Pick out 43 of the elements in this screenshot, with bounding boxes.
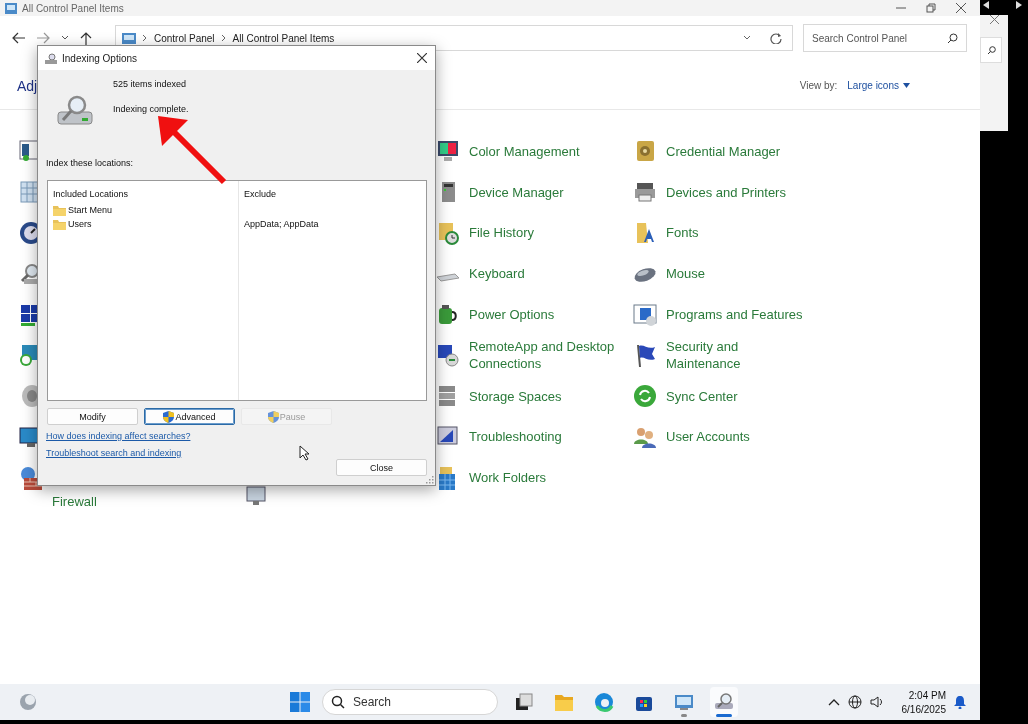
clock-time: 2:04 PM bbox=[908, 689, 946, 701]
item-label[interactable]: Work Folders bbox=[469, 469, 547, 487]
items-count: 525 items indexed bbox=[113, 79, 188, 89]
dialog-button[interactable]: Modify bbox=[47, 408, 138, 425]
item-label[interactable]: Firewall bbox=[52, 493, 97, 511]
item-label[interactable]: File History bbox=[469, 224, 534, 242]
breadcrumb-item[interactable]: Control Panel bbox=[154, 32, 215, 44]
item-label[interactable]: Power Options bbox=[469, 306, 555, 324]
item-label[interactable]: Devices and Printers bbox=[666, 183, 786, 201]
view-by-label: View by: bbox=[799, 80, 838, 91]
item-label[interactable]: Programs and Features bbox=[666, 306, 803, 324]
item-label[interactable]: Storage Spaces bbox=[469, 387, 562, 405]
item-label[interactable]: Fonts bbox=[666, 224, 699, 242]
location-name[interactable]: Users bbox=[68, 219, 92, 229]
item-label[interactable]: Device Manager bbox=[469, 183, 564, 201]
search-field[interactable]: Search Control Panel bbox=[803, 24, 967, 52]
item-label[interactable]: Color Management bbox=[469, 142, 580, 160]
item-label[interactable]: Mouse bbox=[666, 265, 706, 283]
exclude-value: AppData; AppData bbox=[244, 219, 319, 229]
dialog-button[interactable]: Advanced bbox=[144, 408, 235, 425]
column-header[interactable]: Included Locations bbox=[53, 186, 238, 201]
item-label[interactable]: RemoteApp and Desktop Connections bbox=[469, 338, 619, 373]
view-by-dropdown[interactable]: Large icons bbox=[847, 80, 910, 91]
column-header[interactable]: Exclude bbox=[244, 186, 426, 201]
breadcrumb-item[interactable]: All Control Panel Items bbox=[232, 32, 335, 44]
item-label[interactable]: Sync Center bbox=[666, 387, 738, 405]
help-link[interactable]: How does indexing affect searches? bbox=[46, 431, 191, 441]
location-name[interactable]: Start Menu bbox=[68, 205, 113, 215]
dialog-title: Indexing Options bbox=[62, 52, 138, 64]
page-heading: Adj bbox=[17, 77, 38, 94]
indexing-status: Indexing complete. bbox=[113, 104, 189, 114]
window-title: All Control Panel Items bbox=[22, 2, 124, 14]
clock-date: 6/16/2025 bbox=[901, 703, 946, 715]
clock[interactable]: 2:04 PM 6/16/2025 bbox=[901, 689, 946, 715]
item-label[interactable]: User Accounts bbox=[666, 428, 750, 446]
item-label[interactable]: Keyboard bbox=[469, 265, 525, 283]
help-link[interactable]: Troubleshoot search and indexing bbox=[46, 448, 182, 458]
item-label[interactable]: Credential Manager bbox=[666, 142, 781, 160]
close-button[interactable]: Close bbox=[336, 459, 427, 476]
taskbar-search[interactable]: Search bbox=[322, 689, 498, 715]
locations-label: Index these locations: bbox=[46, 158, 135, 168]
item-label[interactable]: Security and Maintenance bbox=[666, 338, 812, 373]
item-label[interactable]: Troubleshooting bbox=[469, 428, 562, 446]
